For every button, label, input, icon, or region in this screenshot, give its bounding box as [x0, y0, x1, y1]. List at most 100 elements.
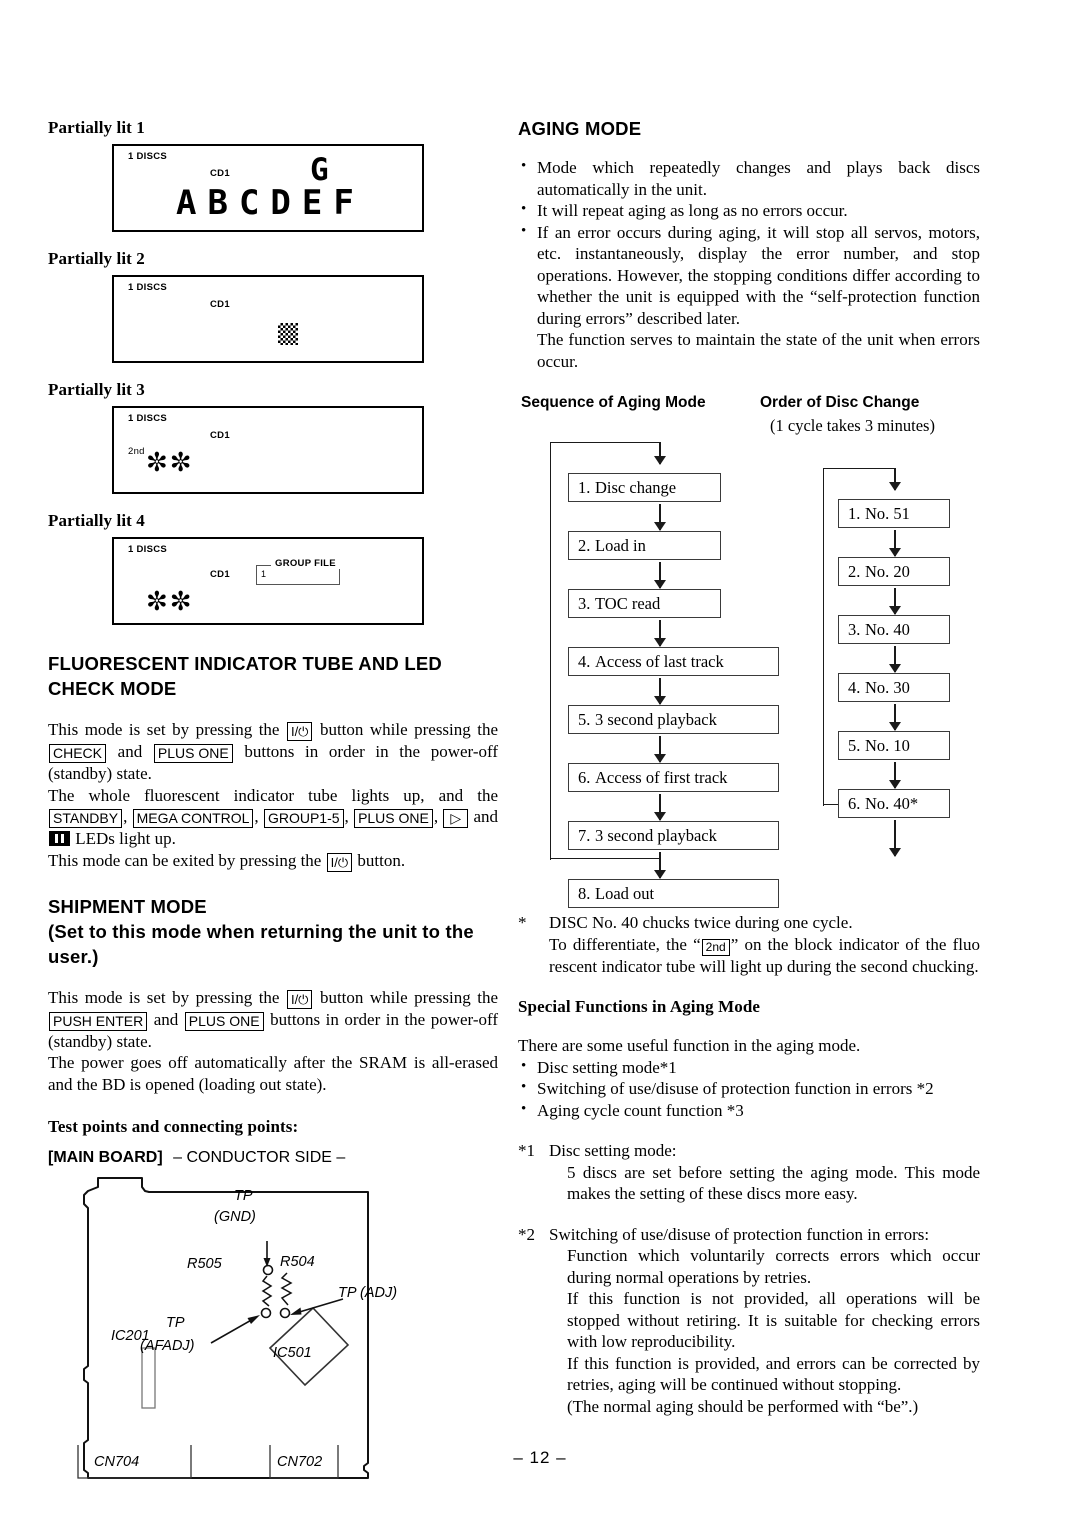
order-arrow-1: [890, 530, 900, 557]
ic501-label: IC501: [273, 1345, 312, 1361]
board-title: [MAIN BOARD] – CONDUCTOR SIDE –: [48, 1149, 498, 1167]
shipment-mode-section: SHIPMENT MODE (Set to this mode when ret…: [48, 896, 498, 1096]
aging-bullet-2: It will repeat aging as long as no error…: [518, 199, 980, 222]
special-intro: There are some useful function in the ag…: [518, 1036, 861, 1055]
panel-4-cd: CD1: [210, 569, 230, 580]
plus-one-led-key: PLUS ONE: [354, 809, 433, 828]
r505-label: R505: [187, 1256, 222, 1272]
order-box-2-num: 2.: [848, 562, 861, 581]
ship-p1c: and: [153, 1009, 179, 1029]
sequence-box-7-text: 3 second playback: [595, 826, 717, 845]
play-icon-key: ▷: [443, 809, 469, 828]
group1-5-led-key: GROUP1-5: [263, 809, 344, 828]
order-arrow-3: [890, 646, 900, 673]
fl-p1c: and: [117, 742, 143, 761]
sequence-box-2: 2. Load in: [568, 531, 721, 560]
special-bullet-list: Disc setting mode*1 Switching of use/dis…: [518, 1056, 980, 1122]
note2-body2: If this function is not provided, all op…: [567, 1289, 980, 1351]
sequence-arrow-4: [655, 678, 665, 705]
order-box-2: 2. No. 20: [838, 557, 950, 586]
note2-body1: Function which voluntarily corrects erro…: [567, 1246, 980, 1287]
panel-3-cd: CD1: [210, 430, 230, 441]
shipment-paragraph-2: The power goes off automatically after t…: [48, 1053, 498, 1094]
page-number: – 12 –: [513, 1448, 567, 1467]
sequence-box-4-num: 4.: [578, 652, 591, 671]
left-column: Partially lit 1 1 DISCS CD1 G ABCDEF Par…: [48, 118, 498, 1503]
fl-p3b: button.: [357, 850, 406, 870]
flowcharts: 1. Disc change 2. Load in 3. TOC read 4. Acc…: [518, 442, 980, 908]
board-title-rest: – CONDUCTOR SIDE –: [173, 1149, 346, 1166]
fl-p1a: This mode is set by pressing the: [48, 720, 280, 739]
sequence-box-4-text: Access of last track: [595, 652, 724, 671]
note1-mark: *1: [518, 1141, 535, 1160]
power-button-key: I/⏻: [286, 722, 313, 741]
shipment-heading-line1: SHIPMENT MODE: [48, 895, 207, 917]
note1: *1 Disc setting mode:: [518, 1140, 980, 1162]
fl-p2a: The whole fluorescent indicator tube lig…: [48, 785, 498, 805]
sequence-arrow-5: [655, 736, 665, 763]
special-bullet-2: Switching of use/disuse of protection fu…: [518, 1077, 980, 1100]
fl-check-mode-section: FLUORESCENT INDICATOR TUBE AND LED CHECK…: [48, 653, 498, 872]
order-box-1: 1. No. 51: [838, 499, 950, 528]
fl-p1b: button while pressing the: [319, 720, 499, 739]
order-box-5-num: 5.: [848, 736, 861, 755]
sequence-box-1: 1. Disc change: [568, 473, 721, 502]
special-functions-heading: Special Functions in Aging Mode: [518, 997, 761, 1016]
group-file-number: 1: [261, 569, 267, 579]
sequence-box-6-text: Access of first track: [595, 768, 728, 787]
footnote-star-mark: *: [518, 913, 527, 932]
sequence-arrow-2: [655, 562, 665, 589]
order-subtitle: (1 cycle takes 3 minutes): [770, 416, 935, 435]
aging-trailer-text: The function serves to maintain the stat…: [537, 330, 980, 371]
sequence-arrow-3: [655, 620, 665, 647]
order-arrow-out: [890, 820, 900, 857]
tp-afadj-label-line1: TP: [166, 1315, 185, 1331]
sequence-arrow-6: [655, 794, 665, 821]
shipment-heading-line2: (Set to this mode when returning the uni…: [48, 920, 474, 942]
order-box-6: 6. No. 40*: [838, 789, 950, 818]
display-panel-2: 1 DISCS CD1: [112, 275, 424, 363]
sequence-box-4: 4. Access of last track: [568, 647, 779, 676]
order-box-2-text: No. 20: [865, 562, 910, 581]
sequence-box-6-num: 6.: [578, 768, 591, 787]
panel-3-label: Partially lit 3: [48, 380, 145, 399]
panel-3-discs: 1 DISCS: [128, 413, 168, 424]
sequence-box-3-text: TOC read: [595, 594, 661, 613]
manual-page: Partially lit 1 1 DISCS CD1 G ABCDEF Par…: [0, 0, 1080, 1528]
right-column: AGING MODE Mode which repeatedly changes…: [518, 118, 980, 1417]
panel-1-label: Partially lit 1: [48, 118, 145, 137]
ship-p1b: button while pressing the: [319, 987, 499, 1007]
sequence-box-8-text: Load out: [595, 884, 655, 903]
panel-1-segment-letters: ABCDEF: [176, 183, 365, 223]
board-section: Test points and connecting points: [MAIN…: [48, 1117, 498, 1503]
sequence-box-3: 3. TOC read: [568, 589, 721, 618]
shipment-heading-line3: user.): [48, 945, 99, 967]
standby-led-key: STANDBY: [49, 809, 123, 828]
sequence-box-8: 8. Load out: [568, 879, 779, 908]
aging-bullet-list: Mode which repeatedly changes and plays …: [518, 156, 980, 329]
order-box-1-num: 1.: [848, 504, 861, 523]
sequence-arrow-in: [655, 442, 665, 465]
sequence-heading: Sequence of Aging Mode: [521, 394, 706, 411]
fl-paragraph-1: This mode is set by pressing the I/⏻ but…: [48, 719, 498, 785]
sequence-box-2-num: 2.: [578, 536, 591, 555]
order-box-3-num: 3.: [848, 620, 861, 639]
flowchart-headings: Sequence of Aging Mode Order of Disc Cha…: [518, 394, 980, 442]
note1-title: Disc setting mode:: [549, 1141, 677, 1160]
fl-p2c: LEDs light up.: [75, 829, 176, 848]
fl-p2b: and: [473, 807, 499, 826]
panel-3-second-indicator: 2nd: [128, 446, 145, 457]
footnote-star: * DISC No. 40 chucks twice during one cy…: [518, 912, 980, 934]
plus-one-button-key-2: PLUS ONE: [184, 1011, 264, 1031]
r504-label: R504: [280, 1254, 315, 1270]
sequence-box-6: 6. Access of first track: [568, 763, 779, 792]
tp-adj-label: TP (ADJ): [338, 1285, 398, 1301]
order-box-5: 5. No. 10: [838, 731, 950, 760]
power-button-key-3: I/⏻: [286, 989, 313, 1009]
fl-paragraph-3: This mode can be exited by pressing the …: [48, 850, 498, 872]
ship-p1a: This mode is set by pressing the: [48, 987, 280, 1007]
group-file-title: GROUP FILE: [271, 558, 340, 569]
note2-body3: If this function is provided, and errors…: [567, 1353, 980, 1395]
order-arrow-in: [890, 468, 900, 491]
order-box-3: 3. No. 40: [838, 615, 950, 644]
